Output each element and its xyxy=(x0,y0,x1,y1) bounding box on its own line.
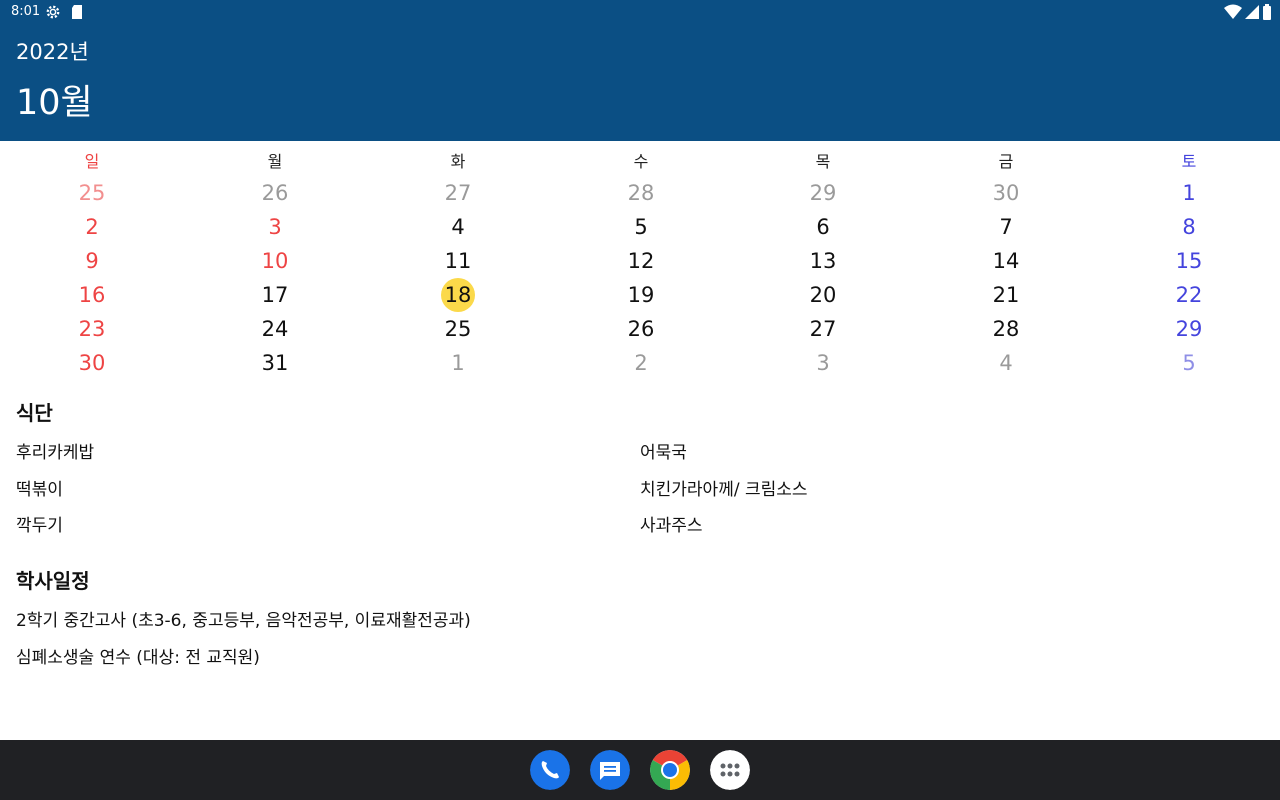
dock-bar xyxy=(0,740,1280,800)
meal-item: 치킨가라아께/ 크림소스 xyxy=(640,480,808,500)
calendar-day[interactable]: 26 xyxy=(255,177,295,209)
calendar-day[interactable]: 29 xyxy=(1169,313,1209,345)
status-icons xyxy=(1224,4,1272,20)
calendar-day-holiday[interactable]: 3 xyxy=(255,211,295,243)
app-header: 8:01 2022년 10월 xyxy=(0,0,1280,141)
settings-icon xyxy=(46,5,60,19)
calendar-day[interactable]: 30 xyxy=(72,347,112,379)
calendar-day-holiday[interactable]: 10 xyxy=(255,245,295,277)
calendar-day[interactable]: 4 xyxy=(438,211,478,243)
weekday-tue: 화 xyxy=(450,152,466,171)
meal-item: 어묵국 xyxy=(640,443,687,463)
calendar-day[interactable]: 2 xyxy=(72,211,112,243)
messages-icon[interactable] xyxy=(590,750,630,790)
calendar-day[interactable]: 1 xyxy=(1169,177,1209,209)
month-title: 10월 xyxy=(16,83,93,123)
app-drawer-icon[interactable] xyxy=(710,750,750,790)
calendar-day[interactable]: 25 xyxy=(72,177,112,209)
calendar-day[interactable]: 31 xyxy=(255,347,295,379)
calendar-day[interactable]: 29 xyxy=(803,177,843,209)
calendar-day[interactable]: 16 xyxy=(72,279,112,311)
calendar-day[interactable]: 13 xyxy=(803,245,843,277)
weekday-mon: 월 xyxy=(267,152,283,171)
chrome-icon[interactable] xyxy=(650,750,690,790)
year-label: 2022년 xyxy=(16,40,89,64)
sd-card-icon xyxy=(72,5,82,19)
calendar-day[interactable]: 26 xyxy=(621,313,661,345)
status-time: 8:01 xyxy=(11,4,41,19)
calendar-day[interactable]: 3 xyxy=(803,347,843,379)
calendar-day[interactable]: 22 xyxy=(1169,279,1209,311)
schedule-item: 심폐소생술 연수 (대상: 전 교직원) xyxy=(16,648,260,668)
calendar-day[interactable]: 27 xyxy=(438,177,478,209)
status-bar: 8:01 xyxy=(0,0,1280,24)
calendar-day[interactable]: 23 xyxy=(72,313,112,345)
calendar-day[interactable]: 15 xyxy=(1169,245,1209,277)
calendar-day[interactable]: 7 xyxy=(986,211,1026,243)
calendar-day[interactable]: 17 xyxy=(255,279,295,311)
weekday-sat: 토 xyxy=(1181,152,1197,171)
meal-item: 사과주스 xyxy=(640,516,703,536)
calendar-day[interactable]: 2 xyxy=(621,347,661,379)
weekday-header: 일 월 화 수 목 금 토 xyxy=(0,146,1280,172)
calendar-day[interactable]: 14 xyxy=(986,245,1026,277)
calendar-day[interactable]: 5 xyxy=(1169,347,1209,379)
weekday-thu: 목 xyxy=(815,152,831,171)
calendar-day[interactable]: 1 xyxy=(438,347,478,379)
calendar-day[interactable]: 9 xyxy=(72,245,112,277)
calendar-day[interactable]: 27 xyxy=(803,313,843,345)
calendar-day[interactable]: 21 xyxy=(986,279,1026,311)
weekday-wed: 수 xyxy=(633,152,649,171)
weekday-fri: 금 xyxy=(998,152,1014,171)
calendar-day[interactable]: 25 xyxy=(438,313,478,345)
meal-item: 깍두기 xyxy=(16,516,63,536)
calendar-day[interactable]: 30 xyxy=(986,177,1026,209)
wifi-icon xyxy=(1224,4,1242,19)
calendar-day[interactable]: 6 xyxy=(803,211,843,243)
calendar-day-today[interactable]: 18 xyxy=(438,278,478,312)
calendar-day[interactable]: 12 xyxy=(621,245,661,277)
calendar-day[interactable]: 4 xyxy=(986,347,1026,379)
calendar-day[interactable]: 28 xyxy=(621,177,661,209)
calendar-day[interactable]: 19 xyxy=(621,279,661,311)
signal-icon xyxy=(1245,5,1259,19)
schedule-item: 2학기 중간고사 (초3-6, 중고등부, 음악전공부, 이료재활전공과) xyxy=(16,611,471,631)
meal-item: 후리카케밥 xyxy=(16,443,95,463)
calendar-day[interactable]: 5 xyxy=(621,211,661,243)
calendar-day[interactable]: 11 xyxy=(438,245,478,277)
meals-title: 식단 xyxy=(16,401,53,425)
calendar-day[interactable]: 8 xyxy=(1169,211,1209,243)
phone-icon[interactable] xyxy=(530,750,570,790)
calendar-day[interactable]: 28 xyxy=(986,313,1026,345)
meal-item: 떡볶이 xyxy=(16,480,63,500)
schedule-title: 학사일정 xyxy=(16,569,90,593)
battery-icon xyxy=(1263,4,1271,20)
calendar-day[interactable]: 20 xyxy=(803,279,843,311)
calendar-day[interactable]: 24 xyxy=(255,313,295,345)
weekday-sun: 일 xyxy=(84,152,100,171)
